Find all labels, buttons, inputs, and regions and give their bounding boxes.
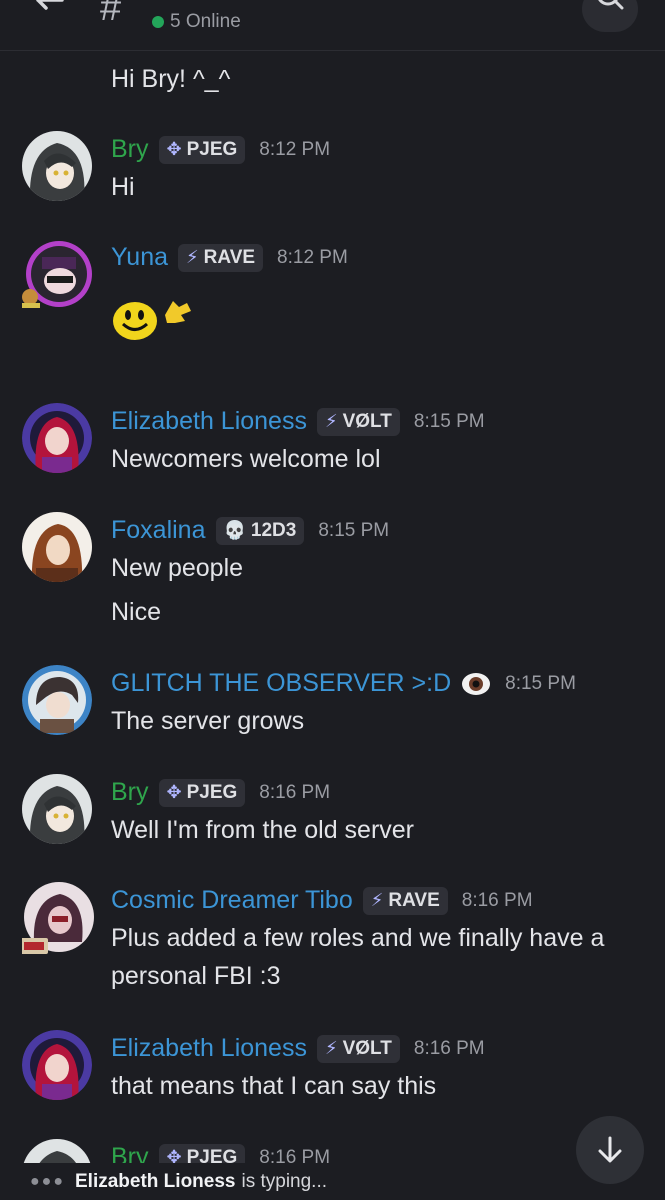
typing-dots-icon: ●●●: [30, 1172, 65, 1190]
pjeg-tag-icon: ✥: [166, 139, 182, 159]
timestamp: 8:16 PM: [259, 781, 331, 803]
message-text: Nice: [111, 598, 162, 626]
tag-label: 12D3: [250, 519, 297, 541]
server-tag[interactable]: ⚡ RAVE: [362, 886, 448, 915]
server-tag[interactable]: ✥ PJEG: [158, 135, 246, 164]
tag-label: VØLT: [342, 410, 392, 432]
channel-header: # 5 Online: [0, 0, 665, 51]
pjeg-tag-icon: ✥: [166, 782, 182, 802]
message-header: GLITCH THE OBSERVER >:D 8:15 PM: [111, 669, 576, 698]
typing-text: is typing...: [241, 1170, 328, 1192]
avatar[interactable]: [22, 131, 92, 201]
timestamp: 8:16 PM: [259, 1146, 331, 1164]
avatar[interactable]: [22, 239, 92, 309]
tag-label: PJEG: [186, 138, 238, 160]
avatar[interactable]: [22, 665, 92, 735]
timestamp: 8:15 PM: [505, 672, 576, 694]
author-name[interactable]: Elizabeth Lioness: [111, 1034, 307, 1063]
search-button[interactable]: [582, 0, 638, 32]
author-name[interactable]: Yuna: [111, 243, 168, 272]
server-tag[interactable]: ✥ PJEG: [158, 778, 246, 807]
timestamp: 8:16 PM: [461, 889, 533, 911]
message-text: The server grows: [111, 707, 305, 735]
online-count-label: 5 Online: [170, 11, 241, 32]
message-text: Newcomers welcome lol: [111, 445, 381, 473]
rave-bolt-icon: ⚡: [370, 890, 384, 910]
tag-label: RAVE: [203, 246, 256, 268]
author-name[interactable]: Foxalina: [111, 516, 206, 545]
message-header: Bry ✥ PJEG 8:12 PM: [111, 135, 330, 164]
rave-bolt-icon: ⚡: [186, 247, 199, 267]
tag-label: RAVE: [388, 889, 440, 911]
server-tag[interactable]: ⚡ RAVE: [178, 243, 264, 272]
avatar[interactable]: [22, 403, 92, 473]
eye-icon: [461, 672, 491, 696]
volt-bolt-icon: ⚡: [324, 1038, 338, 1058]
message-header: Bry ✥ PJEG 8:16 PM: [111, 778, 330, 807]
avatar[interactable]: [22, 1139, 92, 1163]
server-tag[interactable]: ⚡ VØLT: [316, 407, 400, 436]
typing-indicator: ●●● Elizabeth Lioness is typing...: [0, 1163, 665, 1200]
avatar[interactable]: [22, 774, 92, 844]
online-count: 5 Online: [152, 11, 241, 33]
message-header: Elizabeth Lioness ⚡ VØLT 8:15 PM: [111, 407, 485, 436]
tag-label: PJEG: [186, 781, 238, 803]
message-text: that means that I can say this: [111, 1072, 437, 1100]
server-tag[interactable]: 💀 12D3: [215, 516, 305, 545]
author-name[interactable]: GLITCH THE OBSERVER >:D: [111, 669, 451, 698]
typing-user: Elizabeth Lioness: [75, 1170, 236, 1192]
author-name[interactable]: Bry: [111, 1143, 149, 1163]
author-name[interactable]: Bry: [111, 135, 149, 164]
server-tag[interactable]: ✥ PJEG: [158, 1143, 246, 1164]
message-text: New people: [111, 554, 244, 582]
arrow-down-icon: [598, 1136, 622, 1163]
message-text: Well I'm from the old server: [111, 816, 415, 844]
author-name[interactable]: Cosmic Dreamer Tibo: [111, 886, 353, 915]
message-header: Yuna ⚡ RAVE 8:12 PM: [111, 243, 348, 272]
timestamp: 8:15 PM: [318, 519, 390, 541]
tag-label: VØLT: [342, 1037, 392, 1059]
volt-bolt-icon: ⚡: [324, 411, 338, 431]
author-name[interactable]: Elizabeth Lioness: [111, 407, 307, 436]
message-text: personal FBI :3: [111, 962, 281, 990]
message-text: Hi Bry! ^_^: [111, 65, 231, 93]
message-text: Hi: [111, 173, 135, 201]
hash-icon: #: [100, 0, 122, 29]
search-icon: [598, 0, 624, 10]
message-header: Elizabeth Lioness ⚡ VØLT 8:16 PM: [111, 1034, 485, 1063]
avatar[interactable]: [22, 1030, 92, 1100]
avatar[interactable]: [22, 512, 92, 582]
online-dot: [152, 16, 164, 28]
server-tag[interactable]: ⚡ VØLT: [316, 1034, 400, 1063]
avatar[interactable]: [20, 882, 94, 954]
jump-to-present-button[interactable]: [576, 1116, 644, 1184]
back-arrow-icon[interactable]: [28, 0, 72, 30]
message-header: Foxalina 💀 12D3 8:15 PM: [111, 516, 389, 545]
timestamp: 8:15 PM: [413, 410, 485, 432]
message-list[interactable]: Hi Bry! ^_^ Bry ✥ PJEG 8:12 PM Hi Yuna ⚡…: [0, 51, 665, 1163]
message-text: Plus added a few roles and we finally ha…: [111, 924, 605, 952]
timestamp: 8:16 PM: [413, 1037, 485, 1059]
timestamp: 8:12 PM: [277, 246, 348, 268]
emoji-smiley[interactable]: [111, 293, 195, 341]
timestamp: 8:12 PM: [259, 138, 331, 160]
skull-icon: 💀: [223, 520, 246, 540]
tag-label: PJEG: [186, 1146, 238, 1164]
message-header: Bry ✥ PJEG 8:16 PM: [111, 1143, 330, 1163]
pjeg-tag-icon: ✥: [166, 1147, 182, 1163]
message-header: Cosmic Dreamer Tibo ⚡ RAVE 8:16 PM: [111, 886, 533, 915]
author-name[interactable]: Bry: [111, 778, 149, 807]
